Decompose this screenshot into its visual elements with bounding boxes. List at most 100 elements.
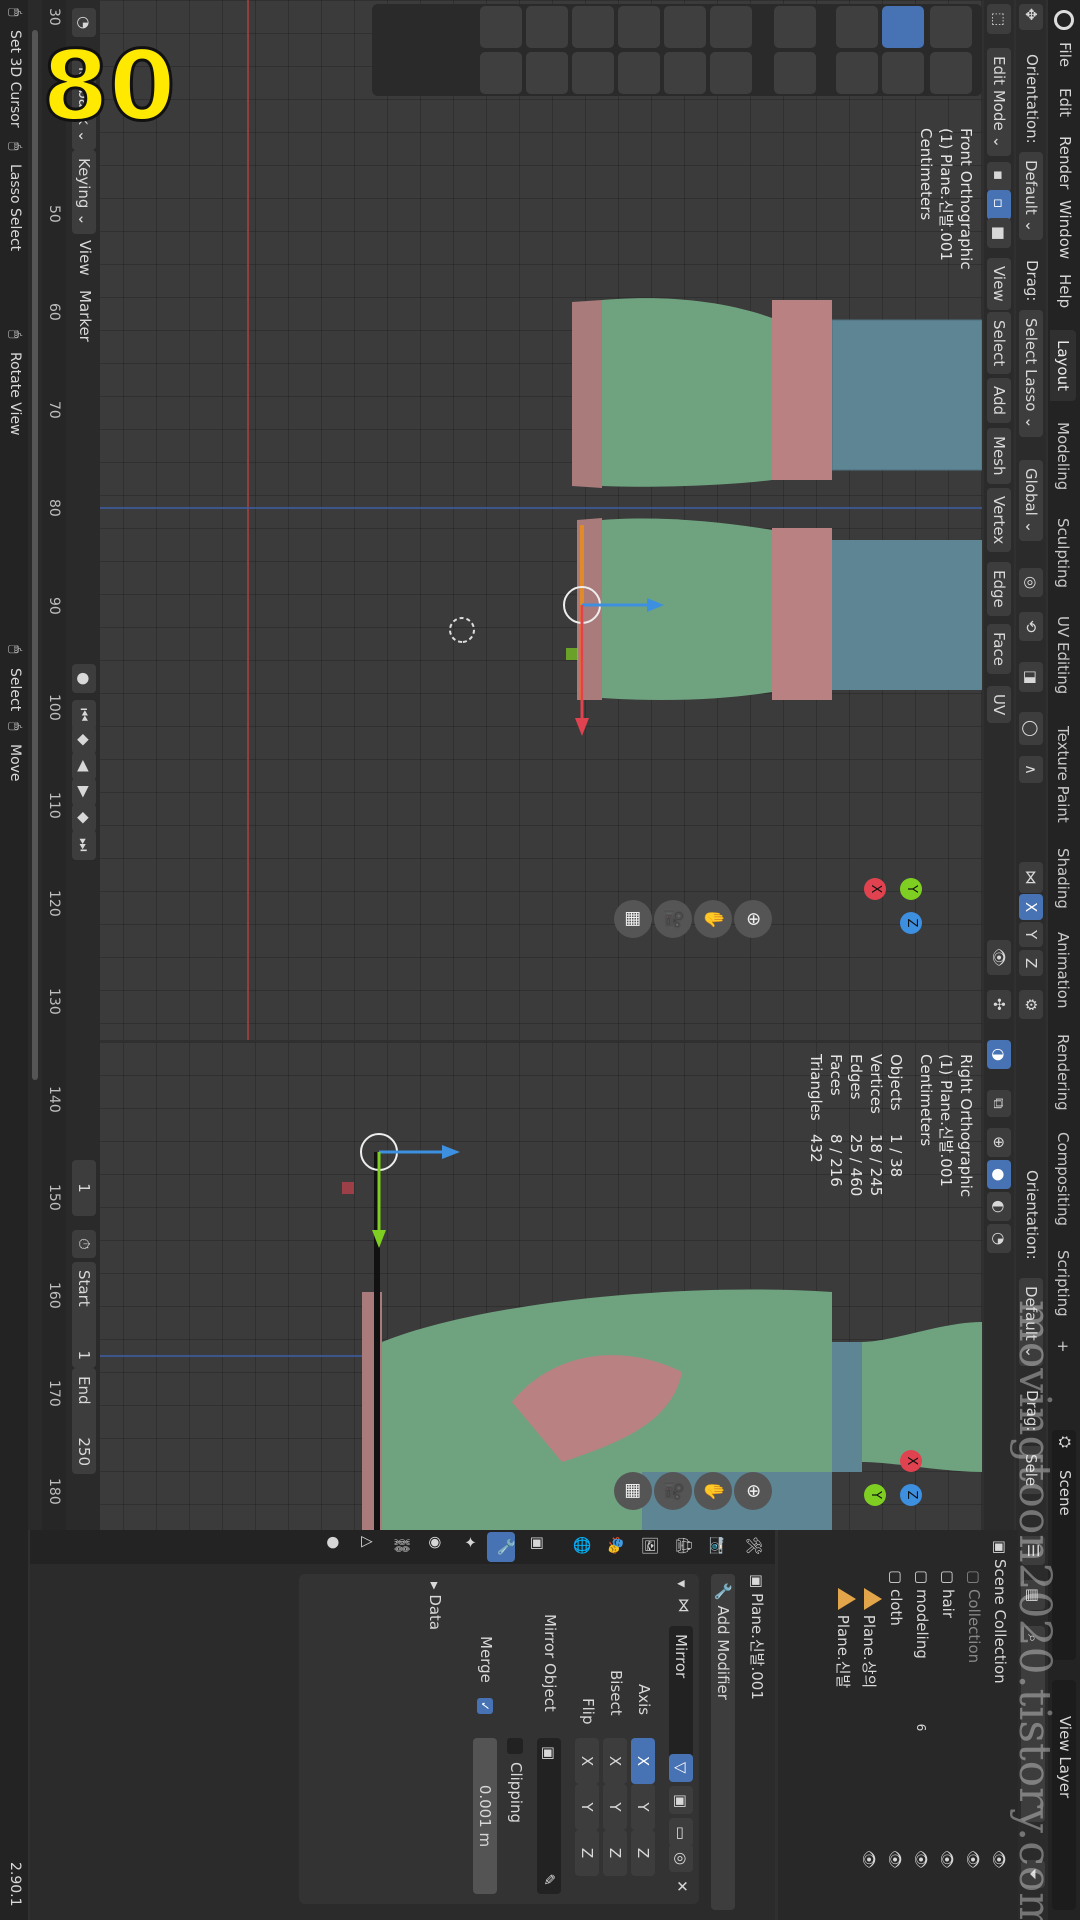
vertex-select-mode[interactable]: ▪ <box>987 162 1011 192</box>
front-viewport[interactable]: Front Orthographic (1) Plane.신발.001 Cent… <box>100 0 982 1040</box>
scene-tab-icon[interactable]: 🎭 <box>607 1536 625 1555</box>
pan-icon[interactable]: ✋ <box>694 900 732 938</box>
tab-uv-editing[interactable]: UV Editing <box>1050 606 1076 704</box>
modifier-tab-icon[interactable]: 🔧 <box>487 1532 515 1562</box>
output-tab-icon[interactable]: 🖨 <box>675 1536 693 1555</box>
menu-edit[interactable]: Edit <box>1056 88 1074 117</box>
bisect-x-toggle[interactable]: X <box>603 1738 627 1784</box>
options-icon[interactable]: ⚙ <box>1019 990 1043 1020</box>
eye-icon[interactable]: 👁 <box>878 1850 904 1910</box>
render-toggle-icon[interactable]: ◎ <box>669 1844 693 1872</box>
move-tool-icon[interactable]: ✥ <box>1019 4 1043 30</box>
extrude-tool-icon[interactable] <box>710 6 752 48</box>
pivot-icon[interactable]: ◎ <box>1019 568 1043 598</box>
tab-compositing[interactable]: Compositing <box>1050 1122 1076 1236</box>
add-modifier-button[interactable]: 🔧 Add Modifier <box>711 1574 735 1910</box>
falloff-icon[interactable]: ∧ <box>1019 756 1043 783</box>
outliner-item-modeling[interactable]: ▢ modeling 6 <box>910 1570 934 1731</box>
header-menu-mesh[interactable]: Mesh <box>987 428 1011 484</box>
spin-tool-icon[interactable] <box>572 6 614 48</box>
gizmo-z-icon[interactable]: Z <box>900 1484 922 1506</box>
header-menu-face[interactable]: Face <box>987 624 1011 674</box>
ortho-toggle-icon[interactable]: ▦ <box>614 900 652 938</box>
prev-keyframe-button[interactable]: ◆ <box>72 726 96 754</box>
view-layer-tab-icon[interactable]: 🖼 <box>641 1536 659 1555</box>
play-reverse-button[interactable]: ◀ <box>72 752 96 780</box>
tab-texture-paint[interactable]: Texture Paint <box>1050 716 1076 833</box>
inset-tool-icon[interactable] <box>710 52 752 94</box>
data-tab-icon[interactable]: △ <box>359 1536 377 1548</box>
physics-tab-icon[interactable]: ◉ <box>427 1536 445 1549</box>
outliner-item-hair[interactable]: ▢ hair <box>936 1570 960 1618</box>
shrink-tool-icon[interactable] <box>526 52 568 94</box>
eye-icon[interactable]: 👁 <box>852 1850 878 1910</box>
frame-ruler[interactable]: 30 50 60 70 80 90 100 110 120 130 140 15… <box>42 0 66 1530</box>
right-viewport[interactable]: Right Orthographic (1) Plane.신발.001 Cent… <box>100 1042 982 1530</box>
transform-tool-icon[interactable] <box>836 52 878 94</box>
viewport-toggle-icon[interactable]: ▭ <box>669 1818 693 1846</box>
front-navigation-gizmo[interactable]: Z Y X <box>852 830 962 940</box>
bisect-z-toggle[interactable]: Z <box>603 1830 627 1876</box>
camera-view-icon[interactable]: 🎥 <box>654 1472 692 1510</box>
eye-icon[interactable]: 👁 <box>982 1850 1008 1910</box>
loopcut-tool-icon[interactable] <box>664 52 706 94</box>
material-tab-icon[interactable]: ● <box>325 1536 343 1549</box>
eye-icon[interactable]: 👁 <box>904 1850 930 1910</box>
gizmo-x-icon[interactable]: X <box>864 878 886 900</box>
outliner-item-plane-top[interactable]: Plane.상의 <box>858 1588 882 1688</box>
header-menu-view[interactable]: View <box>987 258 1011 310</box>
rendered-shading-icon[interactable]: ◔ <box>987 1224 1011 1254</box>
outliner-item-plane-shoe[interactable]: Plane.신발 <box>832 1588 856 1688</box>
move-tool-icon[interactable] <box>882 6 924 48</box>
zoom-icon[interactable]: ⊕ <box>734 1472 772 1510</box>
merge-distance-field[interactable]: 0.001 m <box>473 1738 497 1894</box>
menu-file[interactable]: File <box>1056 42 1074 67</box>
tab-sculpting[interactable]: Sculpting <box>1050 508 1076 598</box>
edit-mode-toggle-icon[interactable]: ▽ <box>669 1754 693 1782</box>
tab-animation[interactable]: Animation <box>1050 922 1076 1018</box>
eye-icon[interactable]: 👁 <box>956 1850 982 1910</box>
flip-x-toggle[interactable]: X <box>575 1738 599 1784</box>
bevel-tool-icon[interactable] <box>664 6 706 48</box>
solid-shading-icon[interactable]: ● <box>987 1160 1011 1190</box>
pan-icon[interactable]: ✋ <box>694 1472 732 1510</box>
current-frame-field[interactable]: 1 <box>72 1160 96 1216</box>
proportional-editing-icon[interactable]: ◯ <box>1019 712 1043 745</box>
header-menu-select[interactable]: Select <box>987 312 1011 375</box>
menu-render[interactable]: Render <box>1056 136 1074 189</box>
annotate-tool-icon[interactable] <box>774 6 816 48</box>
drag-dropdown[interactable]: Select Lasso ⌄ <box>1019 310 1043 437</box>
header-menu-add[interactable]: Add <box>987 378 1011 424</box>
gizmo-x-icon[interactable]: X <box>900 1450 922 1472</box>
smooth-tool-icon[interactable] <box>572 52 614 94</box>
shear-tool-icon[interactable] <box>480 6 522 48</box>
end-frame-field[interactable]: End 250 <box>72 1368 96 1474</box>
header-menu-uv[interactable]: UV <box>987 686 1011 724</box>
gizmo-y-icon[interactable]: Y <box>900 878 922 900</box>
menu-window[interactable]: Window <box>1056 200 1074 259</box>
camera-view-icon[interactable]: 🎥 <box>654 900 692 938</box>
keying-menu[interactable]: Keying ⌄ <box>72 150 96 234</box>
tweak-tool-icon[interactable] <box>930 6 972 48</box>
knife-tool-icon[interactable] <box>618 6 660 48</box>
axis-y-toggle[interactable]: Y <box>631 1784 655 1830</box>
mirror-y-toggle[interactable]: Y <box>1019 922 1043 948</box>
play-button[interactable]: ▶ <box>72 778 96 806</box>
timeline-scrollbar[interactable] <box>32 30 38 1080</box>
zoom-icon[interactable]: ⊕ <box>734 900 772 938</box>
transform-orientation-dropdown[interactable]: Global ⌄ <box>1019 460 1043 542</box>
mirror-icon[interactable]: ⋈ <box>1019 862 1043 893</box>
measure-tool-icon[interactable] <box>774 52 816 94</box>
modifier-collapse-icon[interactable]: ▾ <box>673 1580 691 1588</box>
particles-tab-icon[interactable]: ✦ <box>461 1536 479 1549</box>
gizmo-y-icon[interactable]: Y <box>864 1484 886 1506</box>
material-shading-icon[interactable]: ◐ <box>987 1192 1011 1222</box>
jump-end-button[interactable]: ⏭ <box>72 830 96 860</box>
gizmo-toggle-icon[interactable]: ✣ <box>987 990 1011 1019</box>
tab-shading[interactable]: Shading <box>1050 838 1076 919</box>
blender-logo-icon[interactable] <box>1054 10 1074 30</box>
snap-icon[interactable]: ⟲ <box>1019 612 1043 641</box>
clipping-checkbox[interactable] <box>507 1738 523 1754</box>
orientation-dropdown[interactable]: Default ⌄ <box>1019 152 1043 241</box>
axis-z-toggle[interactable]: Z <box>631 1830 655 1876</box>
